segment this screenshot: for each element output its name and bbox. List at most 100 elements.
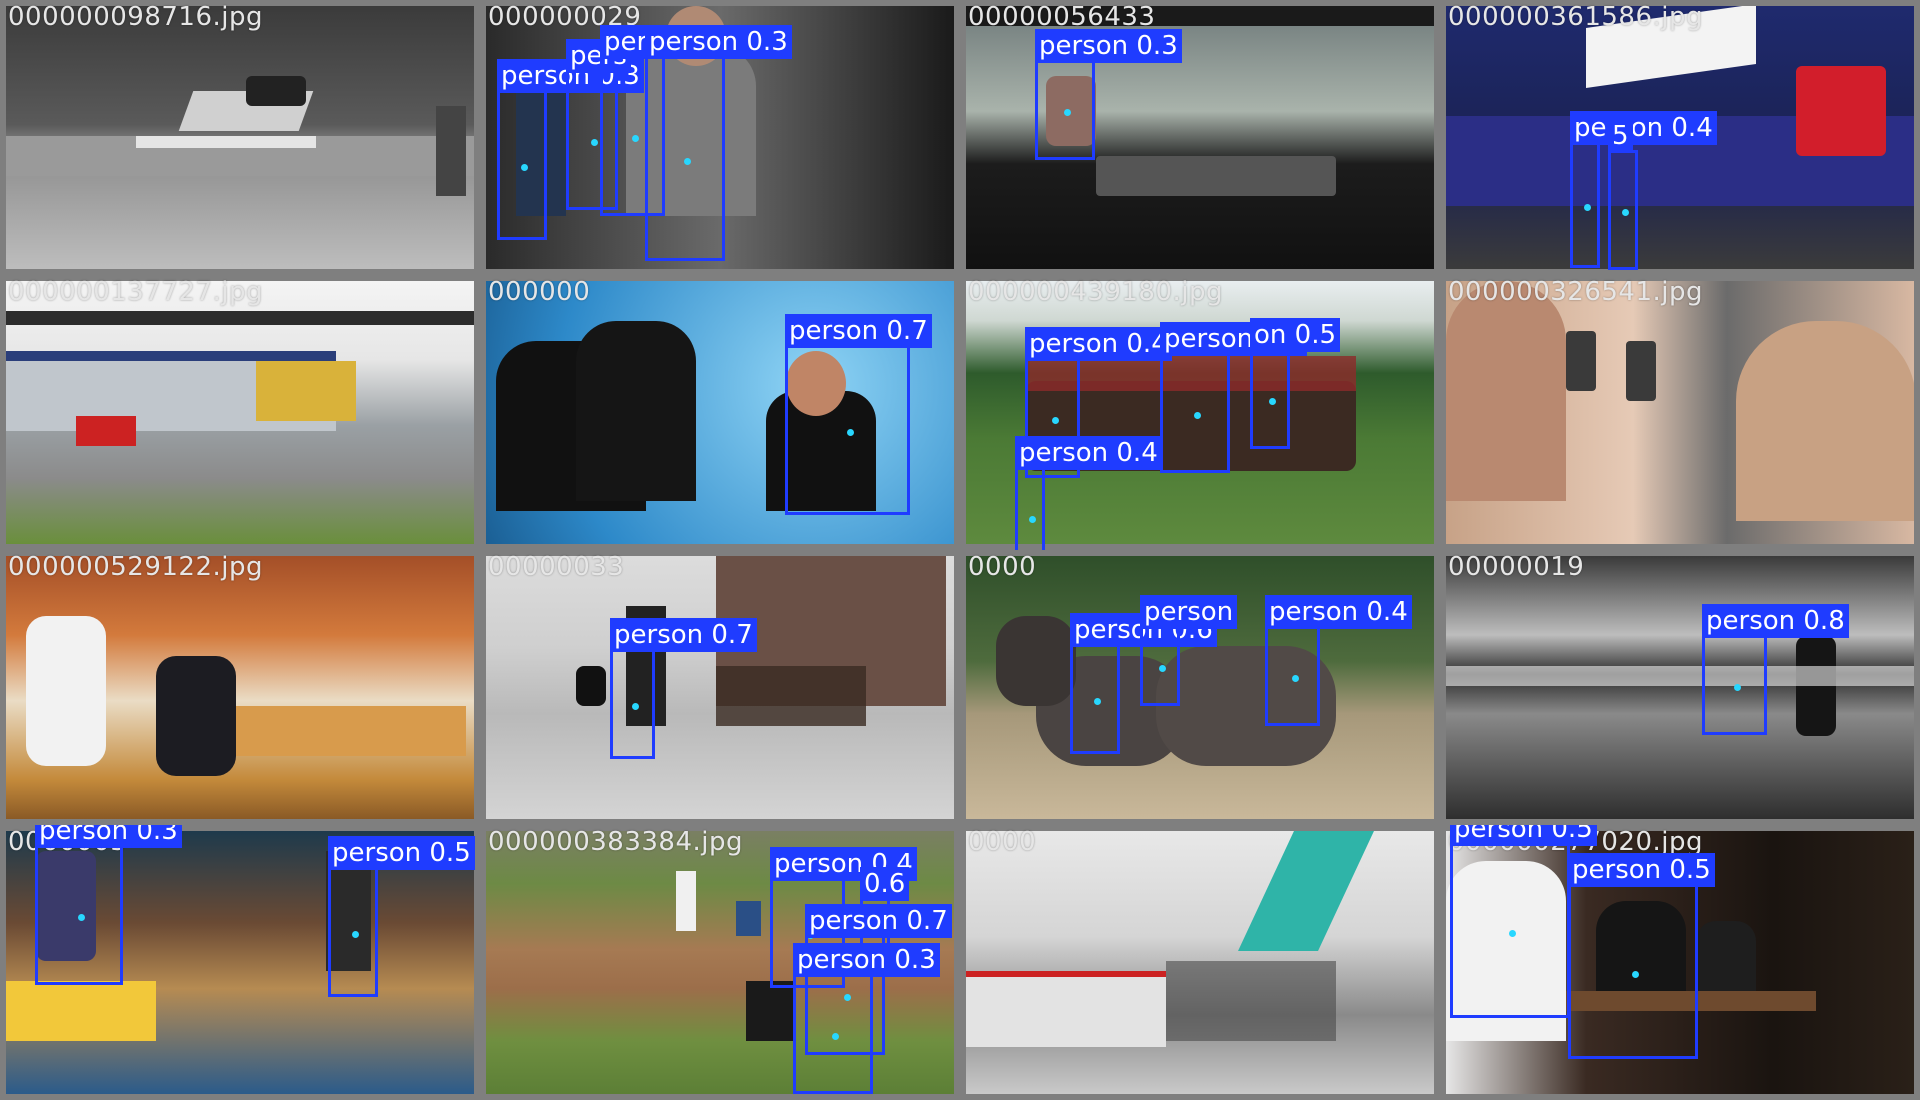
mosaic-tile: 000000137727.jpg [0, 275, 480, 550]
mosaic-tile: 000000439180.jpg person 0.4 person 0.5 on 0… [960, 275, 1440, 550]
bench [136, 136, 316, 148]
mosaic-tile: 000000029person 0.3persperson 0.3person … [480, 0, 960, 275]
detection-label: person [1140, 595, 1238, 629]
center-dot [78, 914, 85, 921]
photo-station [966, 831, 1434, 1094]
detection-box: person [1140, 595, 1238, 706]
center-dot [1291, 675, 1299, 682]
image-filename: 000000326541.jpg [1448, 277, 1703, 307]
image-filename: 00000033 [488, 552, 625, 582]
image-filename: 000000098716.jpg [8, 2, 263, 32]
photo-street [486, 556, 954, 819]
detection-box: person 0.5 [1450, 825, 1597, 1018]
wave [1446, 666, 1914, 686]
person-shape [246, 76, 306, 106]
mosaic-tile: 000000098716.jpg [0, 0, 480, 275]
detection-box: on 0.5 [1250, 318, 1340, 449]
image-filename: 000000 [488, 277, 591, 307]
detection-box: person 0.7 [785, 314, 932, 515]
red-panel [1796, 66, 1886, 156]
center-dot [1051, 417, 1059, 424]
center-dot [1029, 516, 1036, 523]
elephant-3 [996, 616, 1076, 706]
image-filename: 000000383384.jpg [488, 827, 743, 857]
detection-box: person 0.5 [328, 836, 475, 997]
surfer [1796, 636, 1836, 736]
detection-label: person 0.3 [645, 25, 792, 59]
center-dot [1269, 398, 1276, 405]
photo-train [6, 281, 474, 544]
person-dark-2 [576, 321, 696, 501]
dog [576, 666, 606, 706]
bananas [6, 981, 156, 1041]
table [1096, 156, 1336, 196]
passengers [1166, 961, 1336, 1041]
image-filename: 00000019 [1448, 552, 1585, 582]
image-filename: 0000 [968, 552, 1037, 582]
image-filename: 000000529122.jpg [8, 552, 263, 582]
pastries [236, 706, 466, 756]
image-filename: 000000137727.jpg [8, 277, 263, 307]
mosaic-tile: 00000019 person 0.8 [1440, 550, 1920, 825]
detection-box: 5 [1608, 119, 1638, 270]
detection-box: person 0.8 [1702, 604, 1849, 735]
detection-label: person 0.8 [1702, 604, 1849, 638]
center-dot [832, 1033, 839, 1040]
mosaic-tile: 00000033 person 0.7 [480, 550, 960, 825]
center-dot [1064, 109, 1071, 116]
detection-box: person 0.3 [1035, 29, 1182, 160]
mosaic-tile: 000000 person 0.7 [480, 275, 960, 550]
mosaic-tile: 0000 [960, 825, 1440, 1100]
center-dot [1159, 665, 1166, 672]
mosaic-tile: 0000 person 0.4 person 0.6 person [960, 550, 1440, 825]
detection-label: 5 [1608, 119, 1633, 153]
detection-box: person 0.4 [1265, 595, 1412, 726]
mosaic-tile: 00000056433 person 0.3 [960, 0, 1440, 275]
mosaic-tile: 000000529122.jpg [0, 550, 480, 825]
center-dot [352, 931, 359, 938]
center-dot [1509, 929, 1516, 937]
center-dot [1584, 204, 1591, 211]
detection-box: person 0.6 [1070, 613, 1217, 754]
image-filename: 000000361586.jpg [1448, 2, 1703, 32]
mosaic-tile: 000000361586.jpg person 0.4 5 [1440, 0, 1920, 275]
phone-2 [1626, 341, 1656, 401]
tractor [76, 416, 136, 446]
detection-box: person 0.3 [35, 825, 182, 985]
mosaic-tile: 000000277020.jpgperson 0.5person 0.5 [1440, 825, 1920, 1100]
center-dot [1632, 970, 1639, 978]
image-filename: 000000439180.jpg [968, 277, 1223, 307]
mosaic-tile: 0000005person 0.3person 0.5 [0, 825, 480, 1100]
detection-label: person 0.5 [1568, 853, 1715, 887]
center-dot [1622, 209, 1629, 216]
detection-label: person 0.7 [805, 904, 952, 938]
detection-label: person 0.7 [610, 618, 757, 652]
center-dot [631, 135, 639, 142]
detection-box: person 0.4 [1570, 111, 1717, 268]
center-dot [846, 429, 854, 436]
batter [676, 871, 696, 931]
phone [1566, 331, 1596, 391]
center-dot [684, 157, 691, 165]
bench-end [436, 106, 466, 196]
detection-label: person 0.5 [1450, 825, 1597, 846]
detection-label: person 0.4 [1015, 436, 1162, 470]
detection-box: person 0.3 [793, 943, 940, 1094]
detection-label: 0.6 [860, 867, 910, 901]
center-dot [1194, 412, 1201, 419]
detection-box: person 0.3 [645, 25, 792, 261]
detection-label: person 0.3 [1035, 29, 1182, 63]
head-2 [1736, 321, 1914, 521]
center-dot [1094, 698, 1101, 705]
detection-label: person 0.5 [328, 836, 475, 870]
head [1446, 281, 1566, 501]
fans [746, 981, 796, 1041]
detection-label: person 0.4 [1025, 327, 1172, 361]
detection-label: person 0.4 [1265, 595, 1412, 629]
boy [156, 656, 236, 776]
mosaic-tile: 000000383384.jpg person 0.4 0.6 person 0.7 p… [480, 825, 960, 1100]
photo-crowd [1446, 281, 1914, 544]
detection-box: person 0.5 [1568, 853, 1715, 1059]
train [966, 971, 1166, 1047]
photo-bakery [6, 556, 474, 819]
